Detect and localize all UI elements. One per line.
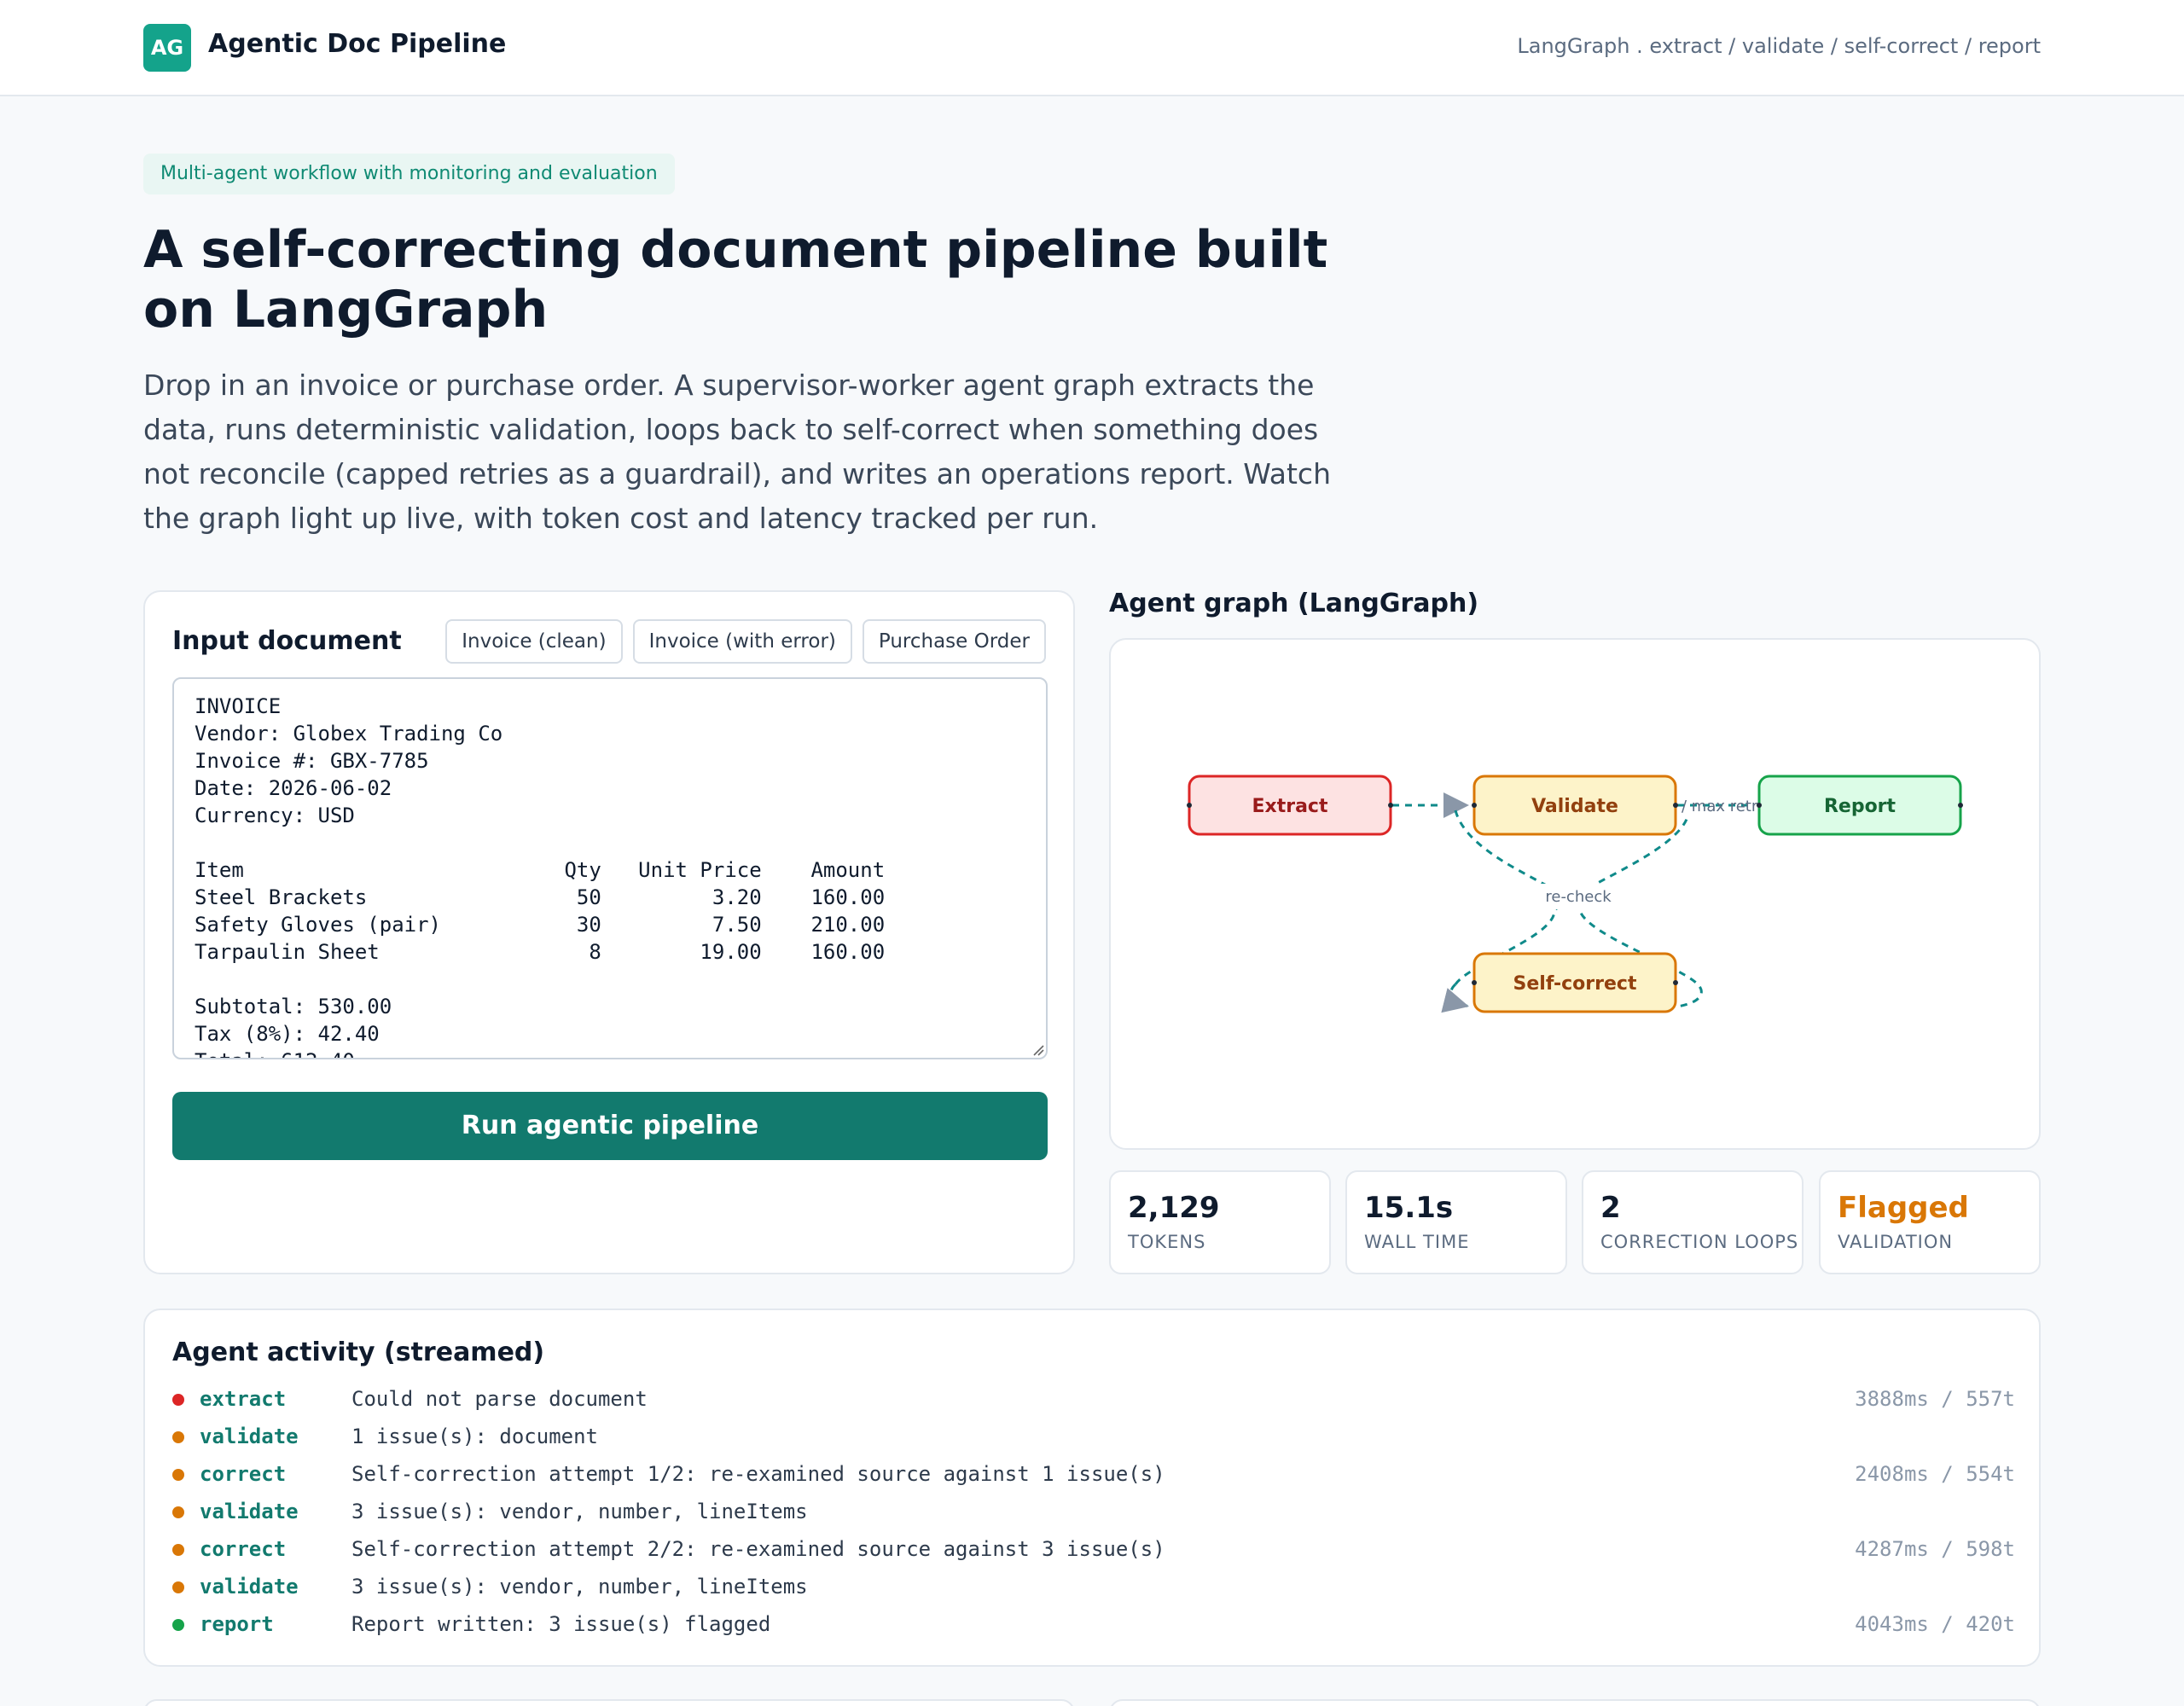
input-heading: Input document: [172, 626, 402, 656]
edge-correct-entry: [1441, 983, 1470, 1013]
node-self-correct-label: Self-correct: [1513, 973, 1637, 995]
status-dot-icon: [172, 1431, 184, 1443]
list-item: validate 3 issue(s): vendor, number, lin…: [172, 1493, 2015, 1530]
node-report[interactable]: Report: [1757, 775, 1962, 836]
list-item: extract Could not parse document 3888ms …: [172, 1380, 2015, 1418]
activity-heading: Agent activity (streamed): [172, 1338, 545, 1367]
node-validate-label: Validate: [1531, 796, 1618, 817]
stat-wall-time-value: 15.1s: [1364, 1191, 1454, 1225]
resize-handle-icon[interactable]: [1031, 1042, 1044, 1056]
breadcrumb: LangGraph . extract / validate / self-co…: [1517, 34, 2041, 58]
agent-graph-canvas: re-check / max retr Extract Validate Rep…: [1187, 775, 1963, 1013]
activity-meta: 4043ms / 420t: [1855, 1612, 2015, 1636]
status-dot-icon: [172, 1619, 184, 1631]
document-text: INVOICE Vendor: Globex Trading Co Invoic…: [195, 694, 886, 1058]
node-self-correct[interactable]: Self-correct: [1472, 952, 1677, 1013]
activity-node: validate: [200, 1500, 299, 1523]
next-card-right: [1109, 1699, 2041, 1706]
status-dot-icon: [172, 1506, 184, 1518]
preset-invoice-clean-button[interactable]: Invoice (clean): [445, 619, 623, 664]
activity-meta: 3888ms / 557t: [1855, 1387, 2015, 1411]
node-validate[interactable]: Validate: [1472, 775, 1677, 836]
activity-meta: 4287ms / 598t: [1855, 1537, 2015, 1561]
activity-message: Self-correction attempt 2/2: re-examined…: [351, 1537, 1165, 1561]
node-report-label: Report: [1824, 796, 1896, 817]
edge-label-recheck: re-check: [1545, 888, 1612, 906]
graph-title: Agent graph (LangGraph): [1109, 589, 1479, 618]
page-title: A self-correcting document pipeline buil…: [143, 220, 1328, 339]
activity-node: report: [200, 1612, 274, 1636]
stat-validation-value: Flagged: [1838, 1191, 1969, 1225]
stat-wall-time: 15.1s WALL TIME: [1345, 1170, 1567, 1274]
activity-node: validate: [200, 1425, 299, 1448]
activity-message: 3 issue(s): vendor, number, lineItems: [351, 1575, 808, 1599]
activity-message: Self-correction attempt 1/2: re-examined…: [351, 1462, 1165, 1486]
status-dot-icon: [172, 1581, 184, 1593]
preset-invoice-error-button[interactable]: Invoice (with error): [632, 619, 852, 664]
stat-tokens-value: 2,129: [1128, 1191, 1220, 1225]
status-dot-icon: [172, 1394, 184, 1406]
stat-wall-time-label: WALL TIME: [1364, 1232, 1470, 1252]
agent-graph-card: re-check / max retr Extract Validate Rep…: [1109, 638, 2041, 1150]
hero-pill: Multi-agent workflow with monitoring and…: [143, 154, 675, 194]
activity-message: 3 issue(s): vendor, number, lineItems: [351, 1500, 808, 1523]
node-extract[interactable]: Extract: [1188, 775, 1392, 836]
activity-node: correct: [200, 1537, 287, 1561]
list-item: correct Self-correction attempt 1/2: re-…: [172, 1455, 2015, 1493]
activity-message: Could not parse document: [351, 1387, 648, 1411]
stat-tokens-label: TOKENS: [1128, 1232, 1206, 1252]
status-dot-icon: [172, 1469, 184, 1481]
next-card-left: [143, 1699, 1075, 1706]
stat-correction-loops: 2 CORRECTION LOOPS: [1582, 1170, 1804, 1274]
preset-buttons: Invoice (clean) Invoice (with error) Pur…: [445, 619, 1046, 664]
list-item: correct Self-correction attempt 2/2: re-…: [172, 1530, 2015, 1568]
activity-message: Report written: 3 issue(s) flagged: [351, 1612, 771, 1636]
app-title: Agentic Doc Pipeline: [208, 29, 507, 59]
node-extract-label: Extract: [1252, 796, 1328, 817]
activity-meta: 2408ms / 554t: [1855, 1462, 2015, 1486]
edge-label-max-retries: / max retr: [1682, 798, 1758, 815]
app-logo: AG: [143, 24, 191, 72]
list-item: validate 3 issue(s): vendor, number, lin…: [172, 1568, 2015, 1605]
stat-validation-label: VALIDATION: [1838, 1232, 1954, 1252]
status-dot-icon: [172, 1544, 184, 1556]
activity-node: correct: [200, 1462, 287, 1486]
input-card: Input document Invoice (clean) Invoice (…: [143, 590, 1075, 1274]
activity-list: extract Could not parse document 3888ms …: [172, 1380, 2015, 1643]
page-subtitle: Drop in an invoice or purchase order. A …: [143, 368, 1331, 535]
activity-card: Agent activity (streamed) extract Could …: [143, 1309, 2041, 1667]
list-item: report Report written: 3 issue(s) flagge…: [172, 1605, 2015, 1643]
activity-message: 1 issue(s): document: [351, 1425, 598, 1448]
top-bar: AG Agentic Doc Pipeline LangGraph . extr…: [0, 0, 2184, 96]
stat-correction-loops-label: CORRECTION LOOPS: [1600, 1232, 1799, 1252]
list-item: validate 1 issue(s): document: [172, 1418, 2015, 1455]
stat-correction-loops-value: 2: [1600, 1191, 1621, 1225]
document-textarea[interactable]: INVOICE Vendor: Globex Trading Co Invoic…: [172, 677, 1048, 1059]
stat-tokens: 2,129 TOKENS: [1109, 1170, 1331, 1274]
preset-purchase-order-button[interactable]: Purchase Order: [862, 619, 1046, 664]
run-pipeline-button[interactable]: Run agentic pipeline: [172, 1092, 1048, 1160]
stat-validation: Flagged VALIDATION: [1819, 1170, 2041, 1274]
activity-node: validate: [200, 1575, 299, 1599]
activity-node: extract: [200, 1387, 287, 1411]
